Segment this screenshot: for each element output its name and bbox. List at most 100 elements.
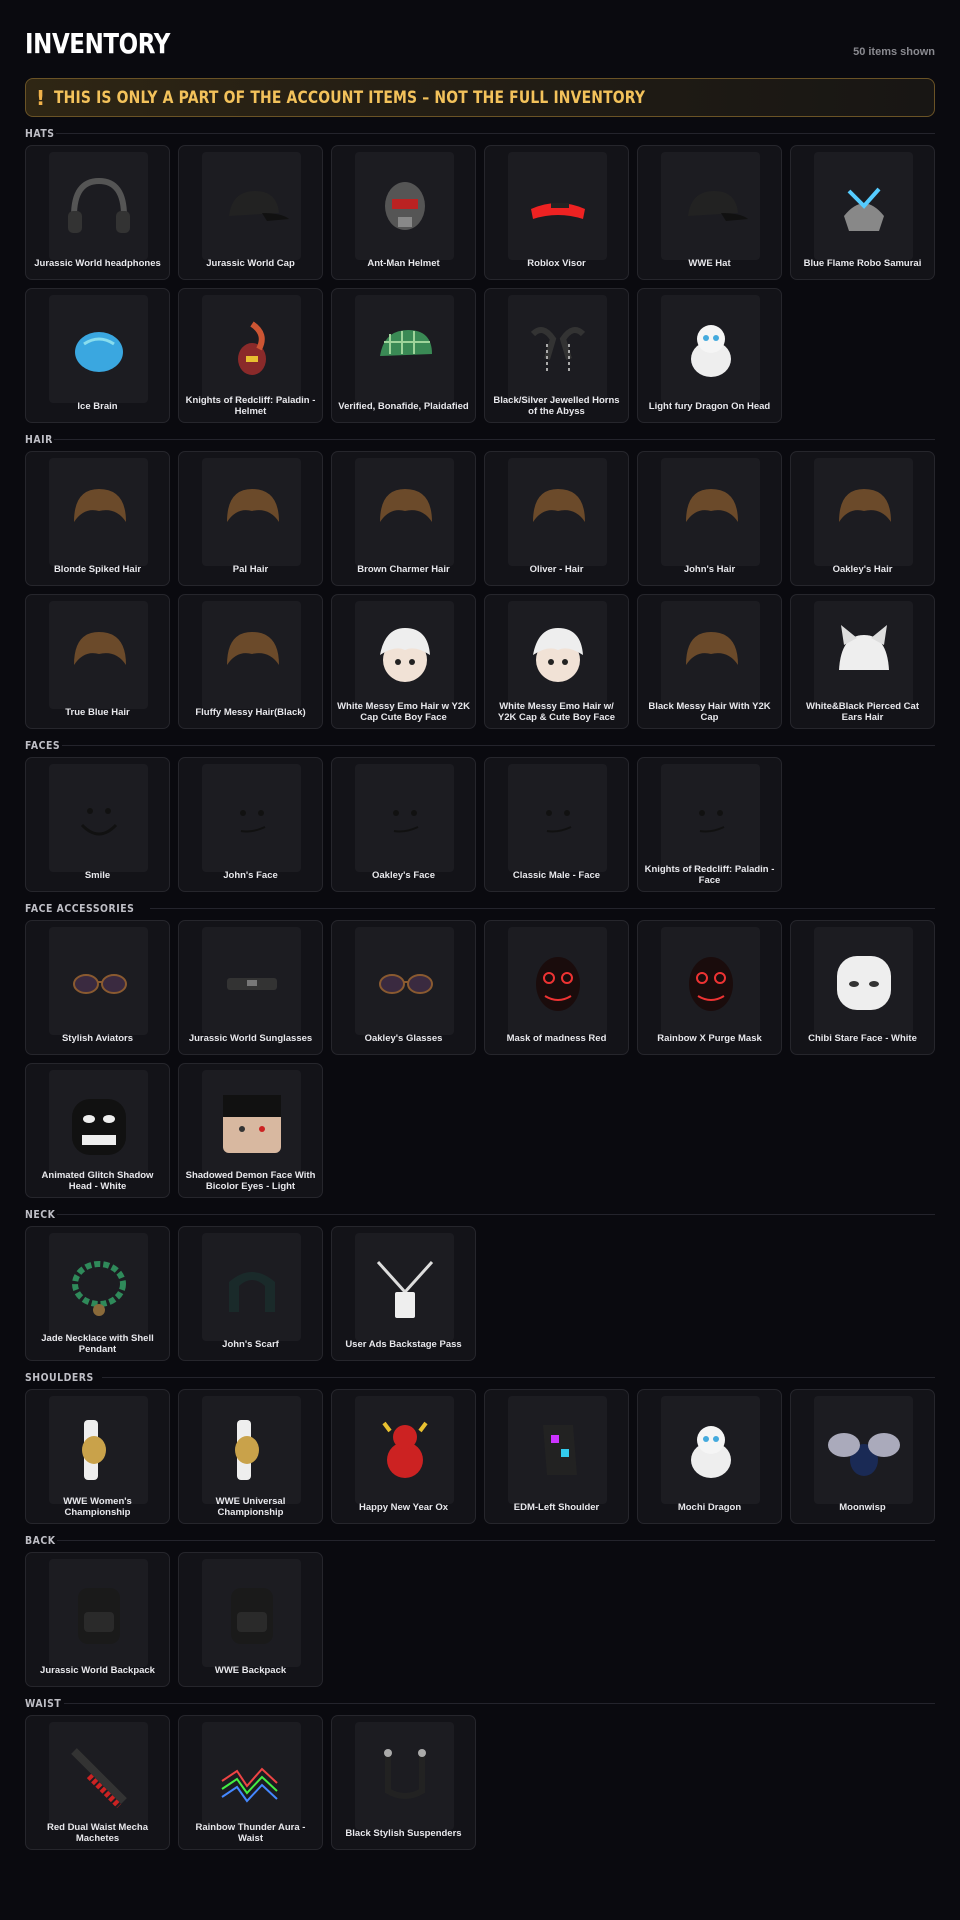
item-card[interactable]: Jurassic World headphones: [25, 145, 170, 280]
hair-icon: [661, 601, 760, 709]
item-card[interactable]: WWE Backpack: [178, 1552, 323, 1687]
helmet-icon: [355, 152, 454, 260]
item-name: Jurassic World Cap: [206, 257, 295, 269]
suspenders-icon: [355, 1722, 454, 1830]
item-card[interactable]: Shadowed Demon Face With Bicolor Eyes - …: [178, 1063, 323, 1198]
item-card[interactable]: Mask of madness Red: [484, 920, 629, 1055]
item-name: Oliver - Hair: [529, 563, 584, 575]
section-label: FACE ACCESSORIES: [25, 901, 135, 915]
inventory-sections: HATS Jurassic World headphones Jurassic Wo…: [25, 123, 935, 1850]
ox-icon: [355, 1396, 454, 1504]
lanyard-icon: [355, 1233, 454, 1341]
section-header: HATS: [25, 123, 935, 143]
visor-icon: [508, 152, 607, 260]
item-grid: Jurassic World Backpack WWE Backpack: [25, 1552, 935, 1687]
section-shoulders: SHOULDERS WWE Women's Championship WWE Uni…: [25, 1367, 935, 1524]
item-card[interactable]: Black Stylish Suspenders: [331, 1715, 476, 1850]
item-card[interactable]: Moonwisp: [790, 1389, 935, 1524]
item-name: Ice Brain: [77, 400, 118, 412]
item-card[interactable]: Oliver - Hair: [484, 451, 629, 586]
page-title: INVENTORY: [25, 27, 170, 60]
section-hats: HATS Jurassic World headphones Jurassic Wo…: [25, 123, 935, 423]
aura-icon: [202, 1722, 301, 1830]
item-card[interactable]: True Blue Hair: [25, 594, 170, 729]
item-card[interactable]: Oakley's Hair: [790, 451, 935, 586]
item-card[interactable]: Rainbow X Purge Mask: [637, 920, 782, 1055]
cat-ears-hair-icon: [814, 601, 913, 709]
item-name: Light fury Dragon On Head: [648, 400, 771, 412]
item-card[interactable]: John's Face: [178, 757, 323, 892]
hair-icon: [49, 601, 148, 709]
item-card[interactable]: Mochi Dragon: [637, 1389, 782, 1524]
item-name: Rainbow Thunder Aura - Waist: [195, 1822, 306, 1844]
item-card[interactable]: Blue Flame Robo Samurai: [790, 145, 935, 280]
glasses-icon: [49, 927, 148, 1035]
item-card[interactable]: Ant-Man Helmet: [331, 145, 476, 280]
item-name: Black/Silver Jewelled Horns of the Abyss: [493, 395, 620, 417]
item-name: White Messy Emo Hair w/ Y2K Cap & Cute B…: [497, 701, 616, 723]
item-card[interactable]: Jurassic World Sunglasses: [178, 920, 323, 1055]
item-card[interactable]: Red Dual Waist Mecha Machetes: [25, 1715, 170, 1850]
warning-text: THIS IS ONLY A PART OF THE ACCOUNT ITEMS…: [54, 87, 646, 108]
item-card[interactable]: Brown Charmer Hair: [331, 451, 476, 586]
section-label: NECK: [25, 1207, 56, 1221]
item-card[interactable]: Verified, Bonafide, Plaidafied: [331, 288, 476, 423]
section-hair: HAIR Blonde Spiked Hair Pal Hair Brown Char…: [25, 429, 935, 729]
item-card[interactable]: Jurassic World Cap: [178, 145, 323, 280]
item-card[interactable]: Oakley's Face: [331, 757, 476, 892]
item-card[interactable]: Roblox Visor: [484, 145, 629, 280]
item-name: Mochi Dragon: [677, 1501, 742, 1513]
item-card[interactable]: Happy New Year Ox: [331, 1389, 476, 1524]
smile-face-icon: [49, 764, 148, 872]
item-card[interactable]: White Messy Emo Hair w/ Y2K Cap & Cute B…: [484, 594, 629, 729]
item-name: Jurassic World headphones: [34, 257, 161, 269]
item-name: WWE Hat: [688, 257, 731, 269]
item-card[interactable]: Animated Glitch Shadow Head - White: [25, 1063, 170, 1198]
shoulder-icon: [508, 1396, 607, 1504]
item-card[interactable]: Ice Brain: [25, 288, 170, 423]
item-card[interactable]: Blonde Spiked Hair: [25, 451, 170, 586]
item-card[interactable]: Pal Hair: [178, 451, 323, 586]
item-name: Shadowed Demon Face With Bicolor Eyes - …: [185, 1170, 316, 1192]
item-card[interactable]: Classic Male - Face: [484, 757, 629, 892]
section-header: NECK: [25, 1204, 935, 1224]
item-card[interactable]: John's Hair: [637, 451, 782, 586]
item-card[interactable]: Light fury Dragon On Head: [637, 288, 782, 423]
item-name: True Blue Hair: [65, 706, 130, 718]
item-card[interactable]: Fluffy Messy Hair(Black): [178, 594, 323, 729]
item-card[interactable]: User Ads Backstage Pass: [331, 1226, 476, 1361]
item-name: John's Face: [223, 869, 278, 881]
section-divider: [62, 744, 935, 746]
item-card[interactable]: Knights of Redcliff: Paladin - Helmet: [178, 288, 323, 423]
item-card[interactable]: Black Messy Hair With Y2K Cap: [637, 594, 782, 729]
item-card[interactable]: WWE Hat: [637, 145, 782, 280]
item-name: Rainbow X Purge Mask: [657, 1032, 762, 1044]
item-name: Happy New Year Ox: [358, 1501, 449, 1513]
item-card[interactable]: Rainbow Thunder Aura - Waist: [178, 1715, 323, 1850]
page-header: INVENTORY 50 items shown: [25, 0, 935, 68]
item-card[interactable]: Stylish Aviators: [25, 920, 170, 1055]
hair-icon: [814, 458, 913, 566]
item-name: Fluffy Messy Hair(Black): [195, 706, 306, 718]
item-card[interactable]: WWE Universal Championship: [178, 1389, 323, 1524]
item-card[interactable]: WWE Women's Championship: [25, 1389, 170, 1524]
item-card[interactable]: Jurassic World Backpack: [25, 1552, 170, 1687]
section-header: BACK: [25, 1530, 935, 1550]
item-card[interactable]: John's Scarf: [178, 1226, 323, 1361]
item-card[interactable]: Knights of Redcliff: Paladin - Face: [637, 757, 782, 892]
machete-icon: [49, 1722, 148, 1830]
item-card[interactable]: Jade Necklace with Shell Pendant: [25, 1226, 170, 1361]
section-face-accessories: FACE ACCESSORIES Stylish Aviators Jurassic…: [25, 898, 935, 1198]
item-card[interactable]: Oakley's Glasses: [331, 920, 476, 1055]
item-grid: Red Dual Waist Mecha Machetes Rainbow Thu…: [25, 1715, 935, 1850]
item-card[interactable]: White&Black Pierced Cat Ears Hair: [790, 594, 935, 729]
item-name: WWE Backpack: [214, 1664, 287, 1676]
item-card[interactable]: Chibi Stare Face - White: [790, 920, 935, 1055]
hair-icon: [355, 458, 454, 566]
section-header: HAIR: [25, 429, 935, 449]
item-card[interactable]: Smile: [25, 757, 170, 892]
item-card[interactable]: White Messy Emo Hair w Y2K Cap Cute Boy …: [331, 594, 476, 729]
item-card[interactable]: Black/Silver Jewelled Horns of the Abyss: [484, 288, 629, 423]
item-card[interactable]: EDM-Left Shoulder: [484, 1389, 629, 1524]
item-grid: Stylish Aviators Jurassic World Sunglasse…: [25, 920, 935, 1198]
